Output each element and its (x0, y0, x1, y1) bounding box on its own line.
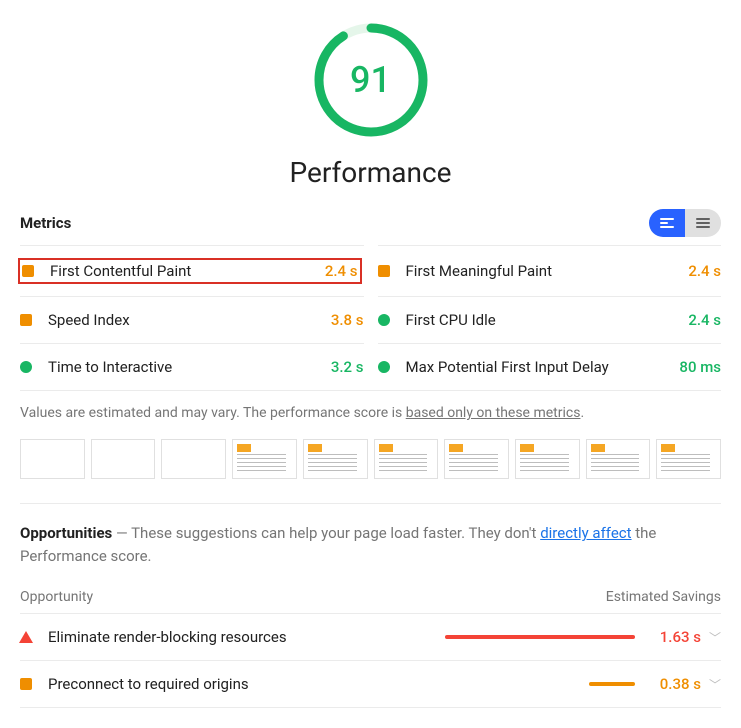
status-badge (378, 361, 390, 373)
metric-name: First Contentful Paint (50, 262, 325, 280)
filmstrip-frame[interactable] (303, 439, 368, 479)
triangle-icon (19, 631, 33, 643)
chevron-down-icon[interactable]: ﹀ (709, 676, 721, 693)
view-compact-toggle[interactable] (685, 209, 721, 237)
filmstrip-frame[interactable] (374, 439, 439, 479)
filmstrip-frame[interactable] (232, 439, 297, 479)
savings-bar (445, 635, 635, 639)
filmstrip-frame[interactable] (656, 439, 721, 479)
metric-value: 2.4 s (688, 311, 721, 329)
opportunities-intro-link[interactable]: directly affect (540, 524, 631, 542)
metric-name: Max Potential First Input Delay (406, 358, 680, 376)
status-badge (20, 314, 32, 326)
filmstrip-frame[interactable] (91, 439, 156, 479)
metric-item[interactable]: First CPU Idle2.4 s (378, 296, 722, 343)
metric-name: First CPU Idle (406, 311, 689, 329)
view-description-toggle[interactable] (649, 209, 685, 237)
status-badge (378, 314, 390, 326)
savings-value: 0.38 s (647, 675, 701, 693)
filmstrip (20, 435, 721, 504)
metric-value: 3.8 s (331, 311, 364, 329)
status-badge (22, 265, 34, 277)
filmstrip-frame[interactable] (586, 439, 651, 479)
align-left-icon (660, 218, 674, 228)
metric-item[interactable]: Max Potential First Input Delay80 ms (378, 343, 722, 390)
metric-value: 2.4 s (688, 262, 721, 280)
filmstrip-frame[interactable] (161, 439, 226, 479)
metrics-note: Values are estimated and may vary. The p… (20, 390, 721, 435)
filmstrip-frame[interactable] (515, 439, 580, 479)
score-value: 91 (311, 20, 431, 140)
square-icon (20, 678, 32, 690)
opportunities-intro: Opportunities — These suggestions can he… (20, 504, 721, 581)
metrics-note-link[interactable]: based only on these metrics (406, 405, 581, 421)
savings-value: 1.63 s (647, 628, 701, 646)
metric-item[interactable]: First Contentful Paint2.4 s (20, 245, 364, 296)
opportunities-header: Opportunity Estimated Savings (20, 581, 721, 614)
opportunity-row[interactable]: Preconnect to required origins 0.38 s ﹀ (20, 661, 721, 708)
metrics-heading: Metrics (20, 214, 71, 232)
metric-value: 2.4 s (325, 262, 358, 280)
status-badge (20, 361, 32, 373)
opportunity-name: Preconnect to required origins (48, 675, 445, 693)
metric-value: 80 ms (679, 358, 721, 376)
view-toggle (649, 209, 721, 237)
category-title: Performance (290, 156, 452, 189)
metric-name: Time to Interactive (48, 358, 331, 376)
metric-item[interactable]: Speed Index3.8 s (20, 296, 364, 343)
score-gauge: 91 (311, 20, 431, 140)
filmstrip-frame[interactable] (20, 439, 85, 479)
metric-name: Speed Index (48, 311, 331, 329)
filmstrip-frame[interactable] (444, 439, 509, 479)
menu-icon (696, 218, 710, 228)
chevron-down-icon[interactable]: ﹀ (709, 629, 721, 646)
metric-item[interactable]: Time to Interactive3.2 s (20, 343, 364, 390)
savings-bar (445, 682, 635, 686)
opportunity-row[interactable]: Eliminate render-blocking resources 1.63 … (20, 614, 721, 661)
opportunity-name: Eliminate render-blocking resources (48, 628, 445, 646)
metric-value: 3.2 s (331, 358, 364, 376)
metric-item[interactable]: First Meaningful Paint2.4 s (378, 245, 722, 296)
status-badge (378, 265, 390, 277)
metric-name: First Meaningful Paint (406, 262, 689, 280)
